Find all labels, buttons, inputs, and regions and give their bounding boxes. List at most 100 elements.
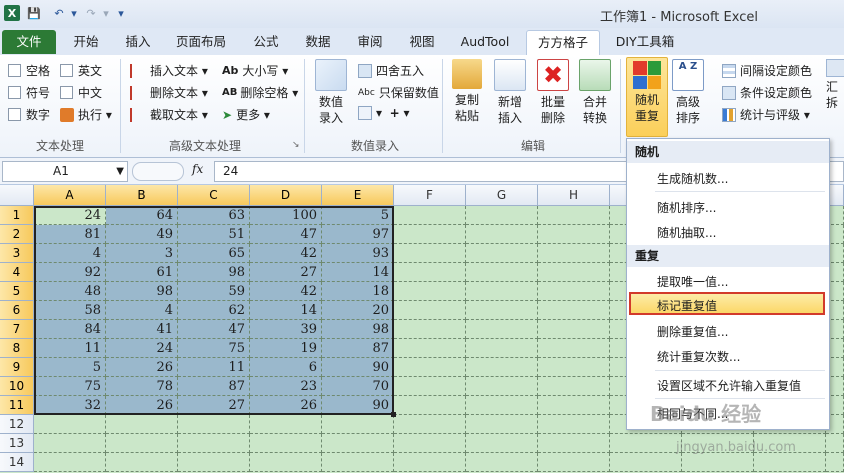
cell[interactable]: 26 bbox=[250, 396, 322, 415]
cell[interactable] bbox=[394, 358, 466, 377]
delete-space-button[interactable]: AB 删除空格 ▾ bbox=[222, 84, 298, 101]
checkbox-space[interactable]: 空格 bbox=[8, 62, 50, 79]
cell[interactable] bbox=[394, 434, 466, 453]
cell[interactable]: 64 bbox=[106, 206, 178, 225]
cell[interactable] bbox=[538, 320, 610, 339]
fill-handle[interactable] bbox=[391, 412, 396, 417]
cell[interactable] bbox=[178, 434, 250, 453]
tab-data[interactable]: 数据 bbox=[296, 30, 340, 54]
cell[interactable] bbox=[394, 320, 466, 339]
cell[interactable] bbox=[106, 434, 178, 453]
cell[interactable] bbox=[466, 244, 538, 263]
cell[interactable] bbox=[394, 244, 466, 263]
cell[interactable]: 11 bbox=[34, 339, 106, 358]
cell[interactable] bbox=[394, 415, 466, 434]
cell[interactable] bbox=[322, 453, 394, 472]
cell[interactable]: 100 bbox=[250, 206, 322, 225]
cell[interactable] bbox=[322, 434, 394, 453]
cell[interactable] bbox=[394, 263, 466, 282]
cell[interactable]: 3 bbox=[106, 244, 178, 263]
cell[interactable]: 11 bbox=[178, 358, 250, 377]
cell[interactable]: 24 bbox=[34, 206, 106, 225]
cell[interactable] bbox=[466, 396, 538, 415]
cell[interactable] bbox=[826, 453, 844, 472]
customize-qat-icon[interactable]: ▾ bbox=[116, 5, 126, 21]
cell[interactable]: 6 bbox=[250, 358, 322, 377]
cell[interactable]: 26 bbox=[106, 358, 178, 377]
column-header-G[interactable]: G bbox=[466, 185, 538, 206]
tab-diy-toolbox[interactable]: DIY工具箱 bbox=[608, 30, 682, 54]
merge-convert-button[interactable]: 合并 转换 bbox=[576, 59, 614, 126]
more-number-button[interactable]: ▾ + ▾ bbox=[358, 106, 410, 120]
cell[interactable] bbox=[178, 415, 250, 434]
formula-expand-handle[interactable] bbox=[132, 162, 184, 181]
number-entry-button[interactable]: 数值 录入 bbox=[310, 59, 352, 126]
tab-insert[interactable]: 插入 bbox=[116, 30, 160, 54]
cell[interactable] bbox=[466, 225, 538, 244]
cell[interactable] bbox=[250, 453, 322, 472]
cell[interactable] bbox=[466, 263, 538, 282]
cell[interactable] bbox=[250, 434, 322, 453]
redo-icon[interactable]: ↷ bbox=[82, 5, 100, 21]
cell[interactable]: 48 bbox=[34, 282, 106, 301]
column-header-D[interactable]: D bbox=[250, 185, 322, 206]
cell[interactable]: 26 bbox=[106, 396, 178, 415]
cell[interactable]: 87 bbox=[178, 377, 250, 396]
row-header-1[interactable]: 1 bbox=[0, 206, 34, 225]
cell[interactable] bbox=[178, 453, 250, 472]
cell[interactable]: 61 bbox=[106, 263, 178, 282]
row-header-10[interactable]: 10 bbox=[0, 377, 34, 396]
cell[interactable]: 98 bbox=[322, 320, 394, 339]
cell[interactable] bbox=[466, 377, 538, 396]
row-header-8[interactable]: 8 bbox=[0, 339, 34, 358]
cell[interactable]: 59 bbox=[178, 282, 250, 301]
select-all-corner[interactable] bbox=[0, 185, 34, 206]
cell[interactable] bbox=[538, 453, 610, 472]
round-button[interactable]: 四舍五入 bbox=[358, 62, 424, 79]
column-header-H[interactable]: H bbox=[538, 185, 610, 206]
cell[interactable]: 75 bbox=[178, 339, 250, 358]
cell[interactable]: 90 bbox=[322, 396, 394, 415]
copy-paste-button[interactable]: 复制 粘贴 bbox=[448, 59, 486, 124]
cell[interactable] bbox=[466, 320, 538, 339]
row-header-12[interactable]: 12 bbox=[0, 415, 34, 434]
undo-dropdown-icon[interactable]: ▾ bbox=[70, 5, 78, 21]
menu-item-random-pick[interactable]: 随机抽取... bbox=[657, 224, 716, 241]
tab-formulas[interactable]: 公式 bbox=[244, 30, 288, 54]
menu-item-mark-duplicates[interactable]: 标记重复值 bbox=[657, 297, 717, 314]
case-button[interactable]: Ab 大小写 ▾ bbox=[222, 62, 288, 79]
cell[interactable] bbox=[466, 358, 538, 377]
cell[interactable] bbox=[394, 396, 466, 415]
advanced-sort-button[interactable]: A Z 高级 排序 bbox=[668, 59, 708, 126]
column-header-B[interactable]: B bbox=[106, 185, 178, 206]
cell[interactable] bbox=[394, 453, 466, 472]
cell[interactable] bbox=[322, 415, 394, 434]
delete-text-button[interactable]: 删除文本 ▾ bbox=[130, 84, 208, 101]
cell[interactable]: 23 bbox=[250, 377, 322, 396]
cell[interactable]: 47 bbox=[250, 225, 322, 244]
interval-color-button[interactable]: 间隔设定颜色 bbox=[722, 62, 812, 79]
cell[interactable]: 5 bbox=[34, 358, 106, 377]
cell[interactable] bbox=[250, 415, 322, 434]
cell[interactable] bbox=[106, 453, 178, 472]
menu-item-delete-duplicates[interactable]: 删除重复值... bbox=[657, 323, 728, 340]
cell[interactable] bbox=[394, 225, 466, 244]
row-header-2[interactable]: 2 bbox=[0, 225, 34, 244]
insert-function-icon[interactable]: fx bbox=[192, 162, 203, 176]
cell[interactable] bbox=[610, 434, 682, 453]
random-repeat-button[interactable]: 随机 重复 bbox=[626, 57, 668, 137]
cell[interactable]: 42 bbox=[250, 244, 322, 263]
cell[interactable]: 90 bbox=[322, 358, 394, 377]
cell[interactable] bbox=[538, 206, 610, 225]
tab-page-layout[interactable]: 页面布局 bbox=[168, 30, 234, 54]
cell[interactable] bbox=[466, 339, 538, 358]
checkbox-chinese[interactable]: 中文 bbox=[60, 84, 102, 101]
cell[interactable] bbox=[106, 415, 178, 434]
cell[interactable] bbox=[466, 282, 538, 301]
cell[interactable] bbox=[538, 415, 610, 434]
cell[interactable] bbox=[538, 396, 610, 415]
tab-audtool[interactable]: AudTool bbox=[452, 30, 518, 54]
cell[interactable]: 51 bbox=[178, 225, 250, 244]
column-header-F[interactable]: F bbox=[394, 185, 466, 206]
cell[interactable] bbox=[34, 434, 106, 453]
